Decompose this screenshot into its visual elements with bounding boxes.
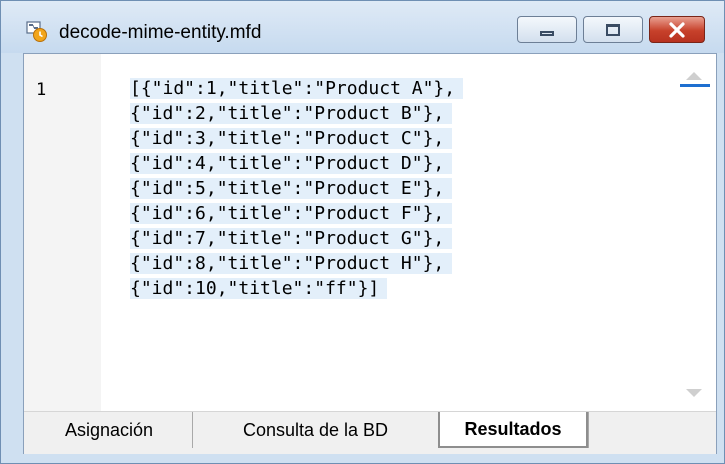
code-text-area[interactable]: [{"id":1,"title":"Product A"}, {"id":2,"t… [130, 76, 464, 301]
output-panel: 1 [{"id":1,"title":"Product A"}, {"id":2,… [23, 53, 717, 454]
view-tab-bar: Asignación Consulta de la BD Resultados [24, 411, 716, 454]
title-bar[interactable]: decode-mime-entity.mfd [1, 1, 724, 53]
scroll-down-icon[interactable] [686, 389, 702, 397]
minimize-button[interactable] [517, 16, 577, 43]
document-window: decode-mime-entity.mfd 1 [{"id":1,"title… [0, 0, 725, 464]
line-number: 1 [36, 80, 47, 100]
mapforce-file-icon [26, 21, 47, 42]
maximize-icon [606, 23, 620, 36]
scroll-up-icon[interactable] [686, 72, 702, 80]
maximize-button[interactable] [583, 16, 643, 43]
close-icon [669, 21, 685, 38]
tab-asignacion[interactable]: Asignación [26, 412, 192, 448]
code-line: {"id":2,"title":"Product B"}, [130, 101, 463, 126]
code-line: {"id":10,"title":"ff"}] [130, 276, 463, 301]
code-line: {"id":3,"title":"Product C"}, [130, 126, 463, 151]
tab-resultados[interactable]: Resultados [438, 412, 588, 448]
tab-consulta-bd[interactable]: Consulta de la BD [192, 412, 438, 448]
code-line: {"id":8,"title":"Product H"}, [130, 251, 463, 276]
code-line: {"id":6,"title":"Product F"}, [130, 201, 463, 226]
close-button[interactable] [649, 16, 705, 43]
scroll-thumb[interactable] [680, 84, 710, 87]
code-line: [{"id":1,"title":"Product A"}, [130, 76, 464, 101]
minimize-icon [540, 31, 554, 36]
window-title: decode-mime-entity.mfd [59, 22, 262, 43]
vertical-scrollbar[interactable] [674, 54, 714, 411]
tab-divider [588, 412, 589, 448]
code-line: {"id":7,"title":"Product G"}, [130, 226, 463, 251]
line-number-gutter: 1 [24, 54, 101, 411]
code-line: {"id":4,"title":"Product D"}, [130, 151, 463, 176]
code-line: {"id":5,"title":"Product E"}, [130, 176, 463, 201]
